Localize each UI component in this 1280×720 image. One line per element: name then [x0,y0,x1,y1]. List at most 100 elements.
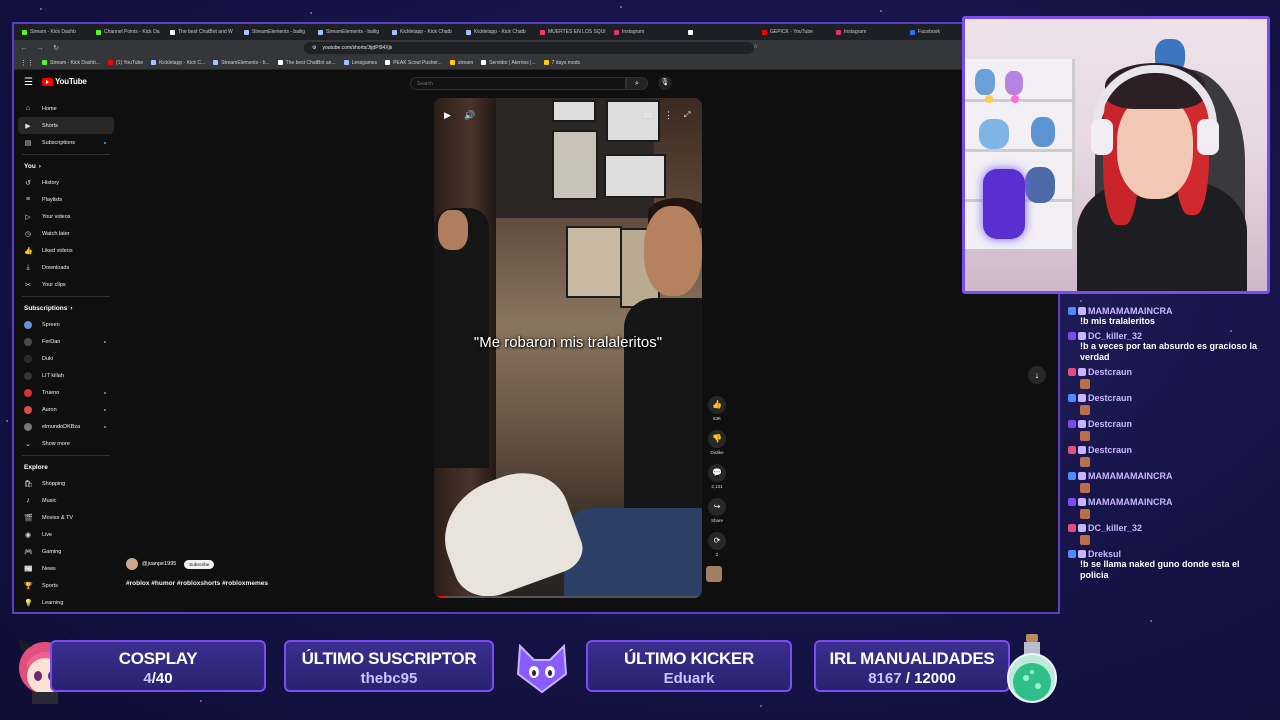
channel-name[interactable]: @juanpe1995 [142,561,176,567]
microphone-icon[interactable]: 🎙 [658,76,672,90]
browser-tab[interactable]: GEPICK - YouTube [758,25,831,39]
sidebar-heading-you[interactable]: You › [18,158,114,174]
sidebar-item-playlists[interactable]: ≡ Playlists [18,191,114,208]
sidebar-item-movies-tv[interactable]: 🎬 Movies & TV [18,509,114,526]
show-more-button[interactable]: ⌄ Show more [18,435,114,452]
watch-later-icon: ◷ [24,230,32,238]
chat-username[interactable]: DC_killer_32 [1088,523,1142,533]
chat-username[interactable]: Destcraun [1088,445,1132,455]
browser-tab[interactable] [684,25,757,39]
sidebar-item-liked-videos[interactable]: 👍 Liked videos [18,242,114,259]
sound-thumbnail[interactable] [706,566,722,582]
sidebar-channel[interactable]: FerDan [18,333,114,350]
chat-username[interactable]: MAMAMAMAINCRA [1088,471,1173,481]
bookmark-item[interactable]: The best ChatBot an... [277,60,336,66]
sidebar-item-your-clips[interactable]: ✂ Your clips [18,276,114,293]
channel-avatar[interactable] [126,558,138,570]
sidebar-item-news[interactable]: 📰 News [18,560,114,577]
plush-toy [975,69,995,95]
bookmark-item[interactable]: StreamElements - b... [213,60,270,66]
next-short-icon[interactable]: ↓ [1028,366,1046,384]
chat-username[interactable]: Destcraun [1088,393,1132,403]
sidebar-item-learning[interactable]: 💡 Learning [18,594,114,611]
sidebar-item-your-videos[interactable]: ▷ Your videos [18,208,114,225]
browser-tab[interactable]: Kickletapp - Kick Chatb [388,25,461,39]
browser-tab[interactable]: MUERTES EN LOS SQUI [536,25,609,39]
bookmark-item[interactable]: Kickletapp - Kick C... [151,60,205,66]
video-progress-bar[interactable] [434,596,702,598]
bookmark-item[interactable]: Lessgames [343,60,377,66]
sidebar-item-gaming[interactable]: 🎮 Gaming [18,543,114,560]
sidebar-channel[interactable]: Trueno [18,384,114,401]
chat-username[interactable]: Dreksul [1088,549,1121,559]
apps-icon[interactable]: ⋮⋮ [20,59,34,67]
browser-tab[interactable]: Instagram [610,25,683,39]
browser-tab[interactable]: Stream - Kick Dashb [18,25,91,39]
browser-tab[interactable]: Instagram [832,25,905,39]
reload-icon[interactable]: ↻ [52,44,60,52]
sidebar-channel[interactable]: Spreen [18,316,114,333]
sidebar-item-label: Shorts [42,122,58,129]
bookmark-label: Servidor | Aternos |... [489,59,536,66]
bookmark-item[interactable]: PEAK Scout Pusher... [385,60,442,66]
comments-icon[interactable]: 💬 [708,464,726,482]
browser-tab[interactable]: Channel Points - Kick Da [92,25,165,39]
fullscreen-icon[interactable]: ⤢ [684,110,690,120]
sidebar-heading-subscriptions[interactable]: Subscriptions › [18,300,114,316]
forward-icon[interactable]: → [36,45,44,52]
site-info-icon[interactable]: ⚙ [312,45,316,51]
sidebar-channel[interactable]: Duki [18,350,114,367]
back-icon[interactable]: ← [20,45,28,52]
browser-tab[interactable]: Kickletapp - Kick Chatb [462,25,535,39]
bookmark-item[interactable]: stream [449,60,473,66]
chat-username[interactable]: MAMAMAMAINCRA [1088,497,1173,507]
bookmark-item[interactable]: (1) YouTube [108,60,143,66]
search-icon[interactable]: ⌕ [626,77,648,90]
menu-icon[interactable]: ☰ [24,77,33,88]
video-hashtags[interactable]: #roblox #humor #robloxshorts #robloxmeme… [126,580,268,587]
sidebar-item-sports[interactable]: 🏆 Sports [18,577,114,594]
like-icon[interactable]: 👍 [708,396,726,414]
bookmark-item[interactable]: Stream - Kick Dashb... [42,60,100,66]
url-field[interactable]: ⚙ youtube.com/shorts/JtjdPl94Xjk [304,42,754,54]
sidebar-item-history[interactable]: ↺ History [18,174,114,191]
bookmark-star-icon[interactable]: ☆ [753,43,758,50]
sidebar-item-home[interactable]: ⌂ Home [18,100,114,117]
sidebar-item-live[interactable]: ◉ Live [18,526,114,543]
channel-avatar [24,388,32,397]
sidebar-channel[interactable]: Auron [18,401,114,418]
browser-tab[interactable]: StreamElements - bailig [314,25,387,39]
video-woman-head [644,206,702,296]
sidebar-item-downloads[interactable]: ⤓ Downloads [18,259,114,276]
remix-icon[interactable]: ⟳ [708,532,726,550]
sidebar-item-watch-later[interactable]: ◷ Watch later [18,225,114,242]
play-icon[interactable]: ▶ [444,110,451,121]
chat-username[interactable]: Destcraun [1088,419,1132,429]
bookmark-item[interactable]: 7 days mods [543,60,580,66]
sidebar-item-music[interactable]: ♪ Music [18,492,114,509]
sidebar-item-subscriptions[interactable]: ▤ Subscriptions [18,134,114,151]
dislike-icon[interactable]: 👎 [708,430,726,448]
subscribe-button[interactable]: Subscribe [184,559,215,569]
youtube-logo[interactable]: YouTube [42,77,87,86]
sidebar-channel[interactable]: LIT killah [18,367,114,384]
sidebar-channel[interactable]: elmundoDKBza [18,418,114,435]
browser-tab[interactable]: The best ChatBot and W [166,25,239,39]
captions-icon[interactable]: ▭ [644,110,652,119]
volume-icon[interactable]: 🔊 [464,110,475,121]
sidebar-item-shorts[interactable]: ▶ Shorts [18,117,114,134]
search-input[interactable] [410,77,626,90]
share-icon[interactable]: ↪ [708,498,726,516]
bookmark-item[interactable]: Servidor | Aternos |... [481,60,536,66]
irl-current: 8167 [868,670,902,687]
short-video-player[interactable]: "Me robaron mis tralaleritos" ▶ 🔊 ▭ ⋮ ⤢ [434,98,702,598]
tab-favicon-icon [22,29,27,35]
chat-username[interactable]: Destcraun [1088,367,1132,377]
chevron-down-icon: ⌄ [25,440,31,448]
sidebar-item-shopping[interactable]: 🛍 Shopping [18,475,114,492]
chat-username[interactable]: DC_killer_32 [1088,331,1142,341]
more-options-icon[interactable]: ⋮ [664,110,673,121]
browser-tab[interactable]: StreamElements - bailig [240,25,313,39]
irl-goal-value: 12000 [914,670,956,687]
chat-username[interactable]: MAMAMAMAINCRA [1088,306,1173,316]
